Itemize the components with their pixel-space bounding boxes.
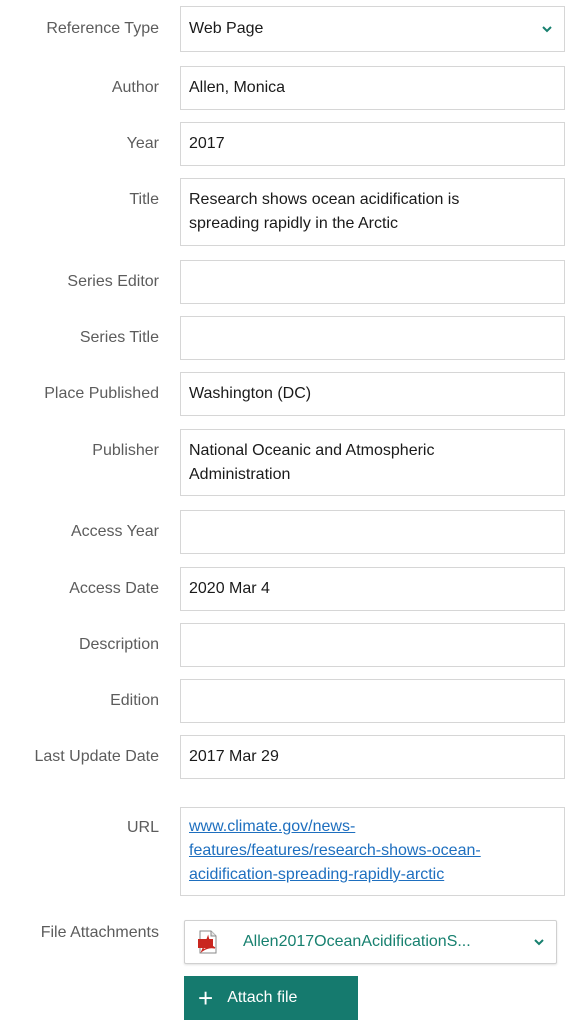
series-title-field[interactable] <box>180 316 565 360</box>
title-label: Title <box>129 191 159 208</box>
year-value: 2017 <box>189 135 225 152</box>
access-date-field[interactable]: 2020 Mar 4 <box>180 567 565 611</box>
description-label: Description <box>78 636 159 653</box>
reference-type-value: Web Page <box>189 20 264 37</box>
chevron-down-icon[interactable] <box>532 935 546 949</box>
attached-file-chip[interactable]: Allen2017OceanAcidificationS... <box>184 920 557 964</box>
place-published-label: Place Published <box>44 385 159 402</box>
publisher-value: National Oceanic and Atmospheric Adminis… <box>189 439 434 487</box>
chevron-down-icon <box>542 26 552 33</box>
file-attachments-label: File Attachments <box>40 924 159 941</box>
series-editor-label: Series Editor <box>67 273 159 290</box>
attach-file-label: Attach file <box>227 989 298 1006</box>
year-field[interactable]: 2017 <box>180 122 565 166</box>
title-line-2: spreading rapidly in the Arctic <box>189 215 398 232</box>
author-field[interactable]: Allen, Monica <box>180 66 565 110</box>
edition-label: Edition <box>110 692 159 709</box>
pdf-file-icon <box>198 930 217 954</box>
url-label: URL <box>126 819 159 836</box>
year-label: Year <box>126 135 159 152</box>
url-value: www.climate.gov/news- features/features/… <box>189 815 481 887</box>
description-field[interactable] <box>180 623 565 667</box>
plus-icon: + <box>198 983 214 1013</box>
title-field[interactable]: Research shows ocean acidification is sp… <box>180 178 565 246</box>
access-year-field[interactable] <box>180 510 565 554</box>
series-editor-field[interactable] <box>180 260 565 304</box>
place-published-field[interactable]: Washington (DC) <box>180 372 565 416</box>
title-value: Research shows ocean acidification is sp… <box>189 188 459 236</box>
publisher-field[interactable]: National Oceanic and Atmospheric Adminis… <box>180 429 565 496</box>
url-line-1[interactable]: www.climate.gov/news- <box>189 815 481 839</box>
last-update-date-value: 2017 Mar 29 <box>189 748 279 765</box>
edition-field[interactable] <box>180 679 565 723</box>
url-field[interactable]: www.climate.gov/news- features/features/… <box>180 807 565 896</box>
title-line-1: Research shows ocean acidification is <box>189 191 460 208</box>
publisher-label: Publisher <box>92 442 159 459</box>
last-update-date-field[interactable]: 2017 Mar 29 <box>180 735 565 779</box>
url-line-3[interactable]: acidification-spreading-rapidly-arctic <box>189 863 481 887</box>
access-date-label: Access Date <box>69 580 159 597</box>
attach-file-button[interactable]: + Attach file <box>184 976 358 1020</box>
attached-file-name: Allen2017OceanAcidificationS... <box>243 933 471 950</box>
reference-type-select[interactable]: Web Page <box>180 6 565 52</box>
access-date-value: 2020 Mar 4 <box>189 580 270 597</box>
series-title-label: Series Title <box>79 329 159 346</box>
publisher-line-1: National Oceanic and Atmospheric <box>189 442 435 459</box>
access-year-label: Access Year <box>70 523 159 540</box>
author-value: Allen, Monica <box>189 79 286 96</box>
url-line-2[interactable]: features/features/research-shows-ocean- <box>189 839 481 863</box>
place-published-value: Washington (DC) <box>189 385 312 402</box>
last-update-date-label: Last Update Date <box>34 748 159 765</box>
reference-type-label: Reference Type <box>46 20 159 37</box>
publisher-line-2: Administration <box>189 466 291 483</box>
author-label: Author <box>111 79 159 96</box>
